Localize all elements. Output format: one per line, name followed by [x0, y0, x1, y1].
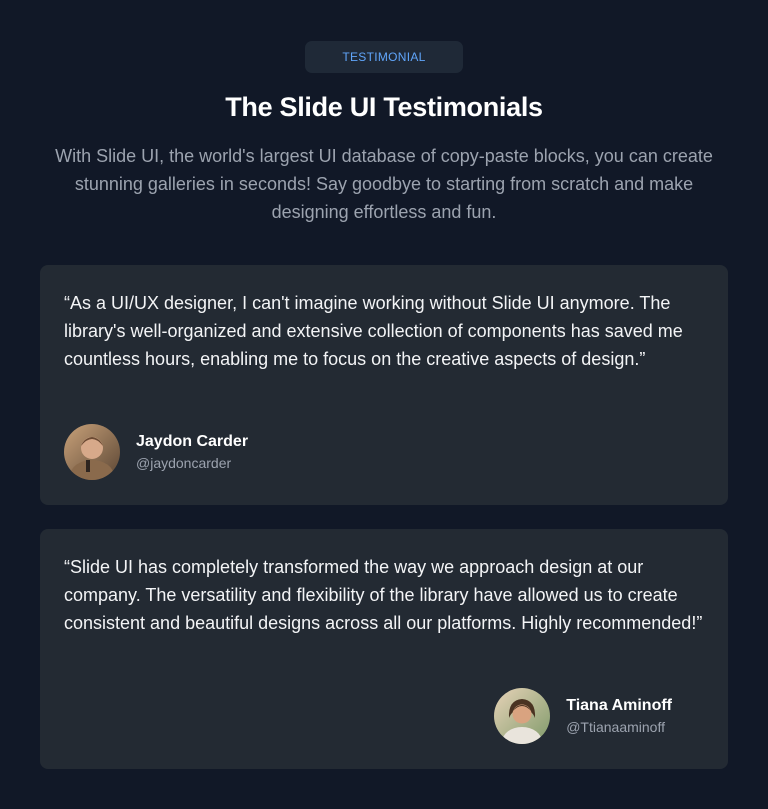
- person-avatar-icon: [64, 424, 120, 480]
- author-meta: Tiana Aminoff @Ttianaaminoff: [566, 695, 672, 737]
- person-avatar-icon: [494, 688, 551, 744]
- testimonial-author: Jaydon Carder @jaydoncarder: [64, 424, 248, 480]
- testimonial-card: “As a UI/UX designer, I can't imagine wo…: [40, 265, 728, 505]
- page-title: The Slide UI Testimonials: [225, 92, 543, 122]
- section-badge: TESTIMONIAL: [305, 41, 463, 73]
- testimonial-quote: “Slide UI has completely transformed the…: [64, 557, 703, 633]
- testimonial-card: “Slide UI has completely transformed the…: [40, 529, 728, 769]
- author-handle: @Ttianaaminoff: [566, 719, 665, 735]
- author-handle: @jaydoncarder: [136, 455, 232, 471]
- page-subtitle: With Slide UI, the world's largest UI da…: [55, 146, 713, 222]
- testimonial-author: Tiana Aminoff @Ttianaaminoff: [494, 688, 672, 744]
- author-meta: Jaydon Carder @jaydoncarder: [136, 431, 248, 473]
- testimonial-quote: “As a UI/UX designer, I can't imagine wo…: [64, 293, 683, 369]
- author-name: Tiana Aminoff: [566, 697, 672, 714]
- author-name: Jaydon Carder: [136, 433, 249, 450]
- testimonials-page: TESTIMONIAL The Slide UI Testimonials Wi…: [0, 0, 768, 809]
